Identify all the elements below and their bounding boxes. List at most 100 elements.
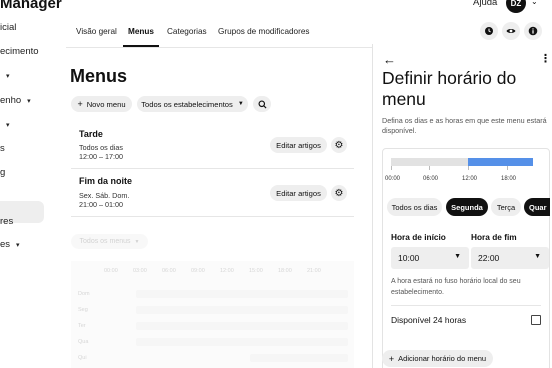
new-menu-label: Novo menu	[86, 99, 126, 109]
timeline-tick	[429, 166, 430, 170]
location-filter-dropdown[interactable]: Todos os estabelecimentos ▼	[137, 96, 248, 112]
end-time-label: Hora de fim	[471, 232, 517, 242]
timeline-label: 12:00	[462, 176, 478, 182]
day-chip-wednesday[interactable]: Quar	[524, 198, 550, 216]
timeline-label: 18:00	[501, 176, 517, 182]
search-button[interactable]	[253, 96, 271, 112]
sidebar: icial ecimento ▾ enho ▾ ▾ s g res es ▾	[0, 16, 44, 368]
timeline-label: 00:00	[385, 176, 401, 182]
availability-range	[468, 158, 533, 166]
sidebar-item-label: g	[0, 167, 6, 178]
menu-days: Sex. Sáb. Dom.	[79, 191, 130, 200]
sidebar-item-10[interactable]: es ▾	[0, 239, 20, 250]
clock-icon	[485, 27, 493, 35]
sidebar-item-4[interactable]: enho ▾	[0, 95, 31, 106]
end-time-select[interactable]: 22:00 ▼	[471, 247, 549, 269]
grid-day-label: Seg	[78, 307, 88, 313]
edit-items-button[interactable]: Editar artigos	[270, 137, 327, 153]
card-divider	[391, 305, 541, 306]
tab-modifier-groups[interactable]: Grupos de modificadores	[218, 27, 309, 36]
sidebar-item-label: ecimento	[0, 46, 39, 57]
tab-categories[interactable]: Categorias	[167, 27, 207, 36]
new-menu-button[interactable]: + Novo menu	[71, 96, 132, 112]
tab-overview[interactable]: Visão geral	[76, 27, 117, 36]
timeline-tick	[468, 166, 469, 170]
gear-icon: ⚙	[334, 139, 344, 151]
schedule-grid	[71, 261, 354, 368]
sidebar-item-label: enho	[0, 95, 22, 106]
tab-menus[interactable]: Menus	[128, 27, 154, 36]
grid-hour-label: 06:00	[162, 268, 176, 274]
menu-settings-button[interactable]: ⚙	[331, 137, 347, 153]
menu-settings-button[interactable]: ⚙	[331, 185, 347, 201]
day-chip-tuesday[interactable]: Terça	[491, 198, 521, 216]
grid-hour-label: 18:00	[278, 268, 292, 274]
menu-name[interactable]: Fim da noite	[79, 176, 132, 186]
grid-hour-label: 09:00	[191, 268, 205, 274]
menu-divider	[71, 216, 354, 217]
panel-title: Definir horário do menu	[382, 68, 517, 110]
sidebar-item-6[interactable]: s	[0, 143, 5, 154]
grid-hour-label: 21:00	[307, 268, 321, 274]
sidebar-item-1[interactable]: icial	[0, 22, 16, 33]
timeline-label: 06:00	[423, 176, 439, 182]
timezone-note: A hora estará no fuso horário local do s…	[391, 278, 521, 296]
avatar[interactable]: DZ	[506, 0, 526, 13]
available-24h-checkbox[interactable]	[531, 315, 541, 325]
sidebar-item-2[interactable]: ecimento	[0, 46, 39, 57]
help-link[interactable]: Ajuda	[473, 0, 497, 8]
start-time-select[interactable]: 10:00 ▼	[391, 247, 469, 269]
active-tab-indicator	[123, 45, 159, 47]
chevron-down-icon: ▼	[454, 253, 461, 260]
add-menu-hours-button[interactable]: + Adicionar horário do menu	[382, 350, 493, 367]
sidebar-item-5[interactable]: ▾	[0, 119, 10, 130]
menu-days: Todos os dias	[79, 143, 123, 152]
gear-icon: ⚙	[334, 187, 344, 199]
sidebar-item-3[interactable]: ▾	[0, 70, 10, 81]
eye-icon	[506, 28, 516, 34]
panel-description: Defina os dias e as horas em que este me…	[382, 116, 547, 136]
all-menus-filter[interactable]: Todos os menus ▼	[71, 234, 148, 249]
grid-hour-label: 15:00	[249, 268, 263, 274]
sidebar-item-9[interactable]: res	[0, 216, 13, 227]
chevron-down-icon: ▼	[237, 101, 244, 107]
menu-hours-panel: ← ⋮ Definir horário do menu Defina os di…	[372, 44, 552, 368]
back-arrow-icon[interactable]: ←	[383, 52, 396, 67]
grid-hour-label: 00:00	[104, 268, 118, 274]
sidebar-item-label: s	[0, 143, 5, 154]
info-icon	[528, 26, 538, 36]
grid-day-label: Dom	[78, 291, 90, 297]
info-button[interactable]	[524, 22, 542, 40]
chevron-down-icon: ▾	[16, 242, 20, 249]
chevron-down-icon[interactable]: ⌄	[531, 0, 538, 6]
day-chip-monday[interactable]: Segunda	[446, 198, 488, 216]
menu-divider	[71, 168, 354, 169]
page-title: Menus	[70, 66, 128, 86]
chevron-down-icon: ▼	[134, 238, 140, 245]
grid-hour-label: 12:00	[220, 268, 234, 274]
all-menus-filter-label: Todos os menus	[79, 238, 131, 245]
menu-name[interactable]: Tarde	[79, 129, 103, 139]
schedule-bar	[136, 322, 348, 330]
plus-icon: +	[77, 99, 83, 109]
location-filter-label: Todos os estabelecimentos	[141, 99, 233, 109]
timeline-tick	[507, 166, 508, 170]
schedule-bar	[136, 338, 348, 346]
end-time-value: 22:00	[478, 253, 500, 263]
start-time-label: Hora de início	[391, 232, 446, 242]
edit-items-button[interactable]: Editar artigos	[270, 185, 327, 201]
chevron-down-icon: ▾	[6, 122, 10, 129]
schedule-button[interactable]	[480, 22, 498, 40]
chevron-down-icon: ▾	[27, 98, 31, 105]
add-menu-hours-label: Adicionar horário do menu	[398, 354, 487, 363]
more-options-icon[interactable]: ⋮	[540, 52, 551, 65]
preview-button[interactable]	[502, 22, 520, 40]
availability-timeline	[391, 158, 533, 166]
timeline-tick	[391, 166, 392, 170]
day-chip-all-days[interactable]: Todos os dias	[387, 198, 442, 216]
sidebar-item-7[interactable]: g	[0, 167, 5, 178]
grid-hour-label: 03:00	[133, 268, 147, 274]
plus-icon: +	[388, 353, 395, 364]
chevron-down-icon: ▾	[6, 73, 10, 80]
schedule-bar	[136, 306, 348, 314]
